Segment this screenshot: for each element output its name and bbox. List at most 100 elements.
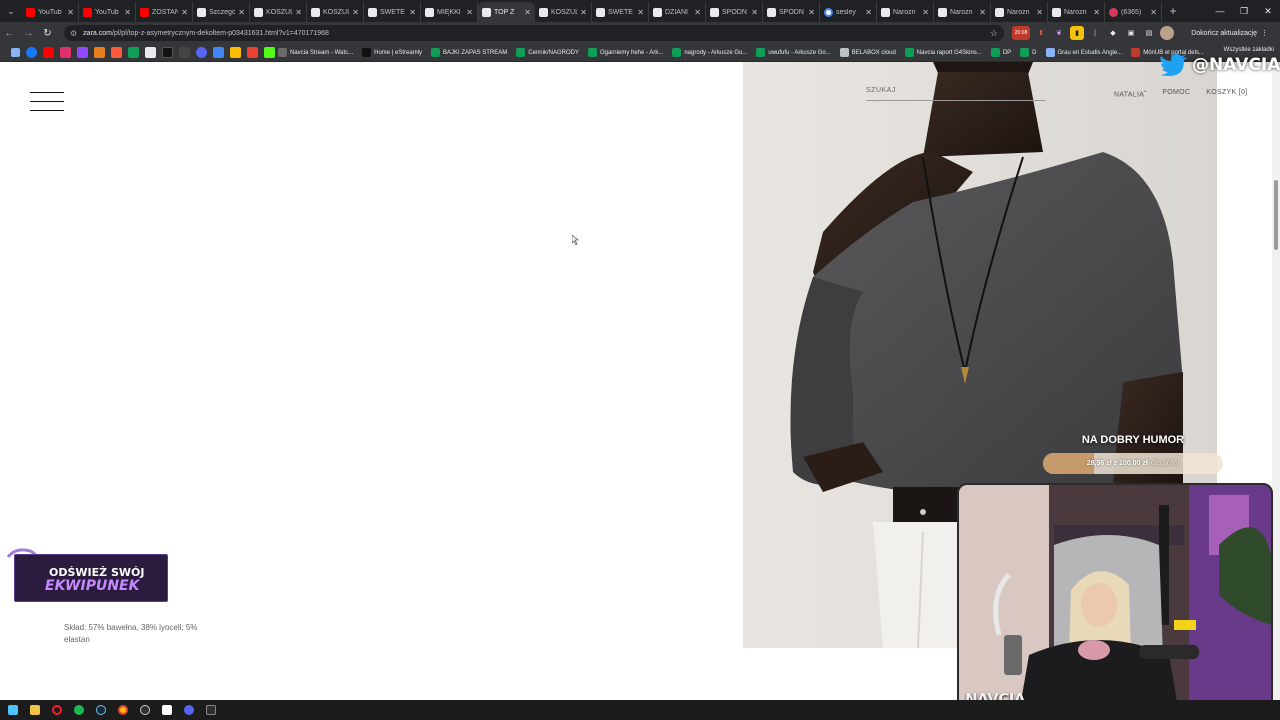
bookmark-yellow-icon[interactable] bbox=[230, 47, 241, 58]
browser-tab[interactable]: ZOSTAŃ ✕ bbox=[136, 2, 193, 22]
discord-taskbar-icon[interactable] bbox=[180, 702, 198, 718]
tab-close-icon[interactable]: ✕ bbox=[751, 8, 758, 17]
extension-keep-icon[interactable]: ▮ bbox=[1070, 26, 1084, 40]
kick-icon[interactable] bbox=[264, 47, 275, 58]
tab-close-icon[interactable]: ✕ bbox=[1150, 8, 1157, 17]
help-link[interactable]: POMOC bbox=[1162, 89, 1190, 98]
tab-close-icon[interactable]: ✕ bbox=[637, 8, 644, 17]
profile-avatar[interactable] bbox=[1160, 26, 1174, 40]
terminal-icon[interactable] bbox=[202, 702, 220, 718]
sidebar-icon[interactable]: ▤ bbox=[1142, 26, 1156, 40]
browser-tab[interactable]: (6365) ✕ bbox=[1105, 2, 1162, 22]
page-scrollbar[interactable] bbox=[1272, 62, 1280, 700]
extension-badge[interactable]: 20:08 bbox=[1012, 26, 1030, 40]
facebook-icon[interactable] bbox=[26, 47, 37, 58]
browser-tab[interactable]: Szczegó ✕ bbox=[193, 2, 250, 22]
tab-close-icon[interactable]: ✕ bbox=[181, 8, 188, 17]
chrome-icon[interactable] bbox=[114, 702, 132, 718]
minimize-button[interactable]: — bbox=[1208, 0, 1232, 22]
browser-tab[interactable]: sesley ✕ bbox=[820, 2, 877, 22]
tab-close-icon[interactable]: ✕ bbox=[808, 8, 815, 17]
extension-arrow-icon[interactable]: ⬆ bbox=[1034, 26, 1048, 40]
spotify-icon[interactable] bbox=[70, 702, 88, 718]
bookmark-item[interactable]: Ogarniemy hehe - Ark... bbox=[587, 48, 663, 57]
browser-tab[interactable]: MIĘKKI ✕ bbox=[421, 2, 478, 22]
browser-tab[interactable]: Narozn ✕ bbox=[934, 2, 991, 22]
site-info-icon[interactable]: ⚙ bbox=[70, 29, 77, 38]
instagram-icon[interactable] bbox=[60, 47, 71, 58]
back-button[interactable]: ← bbox=[0, 22, 19, 44]
tab-close-icon[interactable]: ✕ bbox=[124, 8, 131, 17]
tab-close-icon[interactable]: ✕ bbox=[1093, 8, 1100, 17]
bookmark-item[interactable]: nagrody - Arkusze Go... bbox=[672, 48, 747, 57]
bookmark-item[interactable]: D bbox=[1020, 48, 1037, 57]
browser-tab[interactable]: SPODN ✕ bbox=[706, 2, 763, 22]
bookmark-green-icon[interactable] bbox=[128, 47, 139, 58]
bookmark-item[interactable]: DP bbox=[990, 48, 1011, 57]
browser-tab[interactable]: DZIANI ✕ bbox=[649, 2, 706, 22]
bookmark-item[interactable]: Cennik/NAGRODY bbox=[516, 48, 579, 57]
notion-icon[interactable] bbox=[158, 702, 176, 718]
bookmark-item[interactable]: Home | eStreamly bbox=[362, 48, 422, 57]
tab-close-icon[interactable]: ✕ bbox=[466, 8, 473, 17]
address-bar[interactable]: ⚙ zara.com /pl/pl/top-z-asymetrycznym-de… bbox=[64, 25, 1004, 41]
all-bookmarks-button[interactable]: Wszystkie zakładki bbox=[1216, 47, 1274, 53]
tiktok-icon[interactable] bbox=[162, 47, 173, 58]
tab-close-icon[interactable]: ✕ bbox=[865, 8, 872, 17]
bookmark-item[interactable]: Navcia Stream - Watc... bbox=[278, 48, 353, 57]
discord-icon[interactable] bbox=[196, 47, 207, 58]
bookmark-red-icon[interactable] bbox=[111, 47, 122, 58]
tab-close-icon[interactable]: ✕ bbox=[524, 8, 531, 17]
tab-close-icon[interactable]: ✕ bbox=[352, 8, 359, 17]
reload-button[interactable]: ↻ bbox=[38, 22, 57, 44]
bookmark-item[interactable]: Grau en Estudis Angle... bbox=[1045, 48, 1122, 57]
bookmark-item[interactable]: uwufufu - Arkusze Go... bbox=[756, 48, 831, 57]
browser-tab[interactable]: SWETE ✕ bbox=[364, 2, 421, 22]
browser-tab[interactable]: SWETE ✕ bbox=[592, 2, 649, 22]
browser-tab[interactable]: Narozn ✕ bbox=[877, 2, 934, 22]
browser-tab[interactable]: TOP Z ✕ bbox=[478, 2, 535, 22]
extensions-puzzle-icon[interactable]: ▣ bbox=[1124, 26, 1138, 40]
youtube-icon[interactable] bbox=[43, 47, 54, 58]
tab-close-icon[interactable]: ✕ bbox=[580, 8, 587, 17]
maximize-button[interactable]: ❐ bbox=[1232, 0, 1256, 22]
browser-tab[interactable]: YouTub ✕ bbox=[79, 2, 136, 22]
apps-icon[interactable] bbox=[11, 48, 20, 57]
more-menu-icon[interactable]: ⋮ bbox=[1261, 29, 1268, 37]
bookmark-dark-icon[interactable] bbox=[179, 47, 190, 58]
bookmark-item[interactable]: BAJKI ZAPAS STREAM bbox=[431, 48, 507, 57]
steam-icon[interactable] bbox=[92, 702, 110, 718]
cart-link[interactable]: KOSZYK [0] bbox=[1206, 89, 1247, 98]
new-tab-button[interactable]: + bbox=[1162, 4, 1184, 18]
browser-tab[interactable]: YouTub ✕ bbox=[22, 2, 79, 22]
file-explorer-icon[interactable] bbox=[26, 702, 44, 718]
menu-icon[interactable] bbox=[30, 92, 64, 111]
tab-close-icon[interactable]: ✕ bbox=[409, 8, 416, 17]
extension-diamond-icon[interactable]: ◆ bbox=[1106, 26, 1120, 40]
browser-tab[interactable]: KOSZUL ✕ bbox=[250, 2, 307, 22]
close-window-button[interactable]: ✕ bbox=[1256, 0, 1280, 22]
start-button[interactable] bbox=[4, 702, 22, 718]
browser-tab[interactable]: KOSZUL ✕ bbox=[307, 2, 364, 22]
bookmark-red2-icon[interactable] bbox=[247, 47, 258, 58]
bookmark-orange-icon[interactable] bbox=[94, 47, 105, 58]
bookmark-item[interactable]: BELABOX cloud bbox=[839, 48, 896, 57]
tab-close-icon[interactable]: ✕ bbox=[295, 8, 302, 17]
twitch-icon[interactable] bbox=[77, 47, 88, 58]
x-icon[interactable] bbox=[145, 47, 156, 58]
tab-close-icon[interactable]: ✕ bbox=[238, 8, 245, 17]
user-link[interactable]: NATALIA• bbox=[1114, 89, 1146, 98]
tab-close-icon[interactable]: ✕ bbox=[67, 8, 74, 17]
search-input[interactable]: SZUKAJ bbox=[866, 87, 1046, 101]
bookmark-star-icon[interactable]: ☆ bbox=[990, 28, 998, 39]
tab-search-button[interactable]: ⌄ bbox=[0, 0, 22, 22]
tab-close-icon[interactable]: ✕ bbox=[1036, 8, 1043, 17]
tab-close-icon[interactable]: ✕ bbox=[979, 8, 986, 17]
update-button[interactable]: Dokończ aktualizację ⋮ bbox=[1187, 26, 1272, 40]
obs-icon[interactable] bbox=[136, 702, 154, 718]
browser-tab[interactable]: KOSZUL ✕ bbox=[535, 2, 592, 22]
scrollbar-thumb[interactable] bbox=[1274, 180, 1278, 250]
extension-ghost-icon[interactable]: ❦ bbox=[1052, 26, 1066, 40]
opera-icon[interactable] bbox=[48, 702, 66, 718]
browser-tab[interactable]: SPODN ✕ bbox=[763, 2, 820, 22]
